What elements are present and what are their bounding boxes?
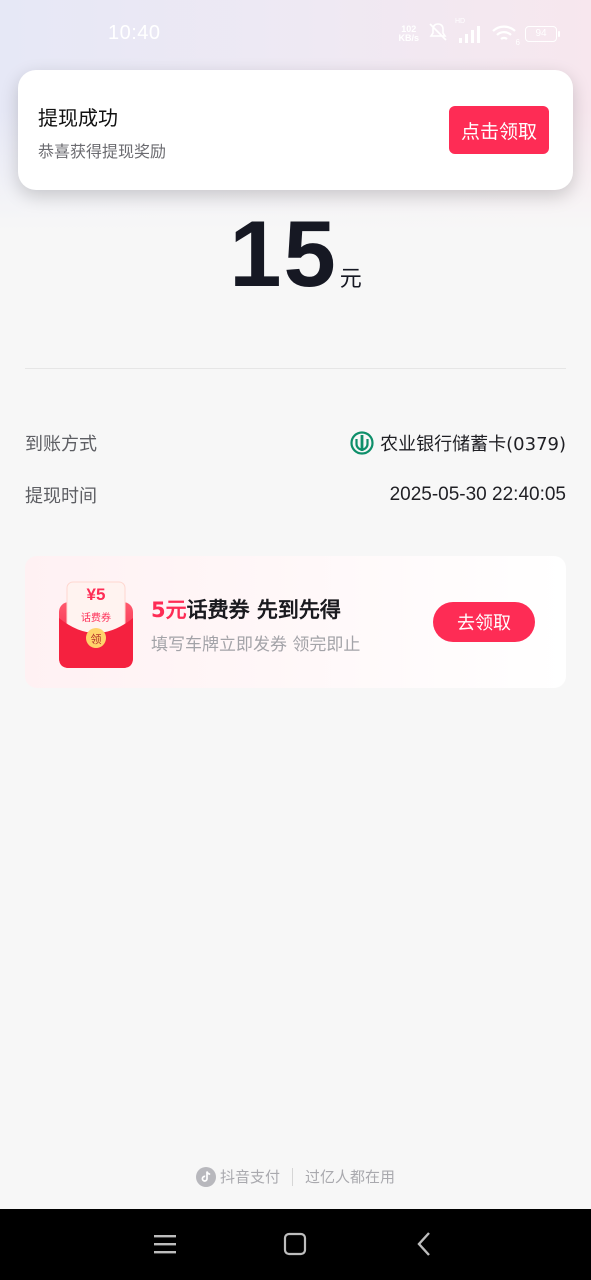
system-navigation-bar (0, 1209, 591, 1280)
hd-label: HD (455, 18, 466, 25)
withdraw-success-notification[interactable]: 提现成功 恭喜获得提现奖励 点击领取 (18, 70, 573, 190)
battery-icon: 94 (525, 26, 560, 42)
footer-brand-text: 抖音支付 (219, 1168, 280, 1186)
amount-unit: 元 (339, 267, 362, 292)
coupon-art-value: ¥5 (86, 585, 106, 604)
notification-subtitle: 恭喜获得提现奖励 (38, 142, 167, 161)
footer-brand: 抖音支付 (195, 1166, 280, 1187)
status-icons: 102 KB/s HD 6 94 (398, 18, 560, 47)
phone-credit-coupon-card[interactable]: ¥5 话费券 领 5元话费券 先到先得 填写车牌立即发券 领完即止 去领取 (25, 556, 566, 688)
notification-title: 提现成功 (38, 106, 118, 130)
status-bar: 10:40 102 KB/s HD 6 94 (0, 0, 591, 66)
arrival-method-row: 到账方式 农业银行储蓄卡(0379) (25, 428, 566, 458)
wifi-badge: 6 (515, 38, 520, 47)
red-envelope-icon: ¥5 话费券 领 (57, 578, 135, 670)
mute-icon (427, 22, 449, 46)
coupon-art-badge: 领 (90, 633, 102, 646)
withdraw-amount: 15元 (0, 200, 591, 308)
status-time: 10:40 (108, 22, 161, 44)
menu-icon[interactable] (150, 1229, 180, 1259)
coupon-title-text: 话费券 先到先得 (186, 598, 341, 622)
signal-icon: HD (455, 18, 483, 44)
footer-separator (292, 1167, 293, 1186)
amount-value: 15 (229, 201, 338, 306)
coupon-title-amount: 5元 (151, 598, 187, 622)
footer: 抖音支付 过亿人都在用 (0, 1166, 591, 1187)
divider (25, 368, 566, 369)
douyin-logo-icon (195, 1166, 216, 1187)
bank-card-name: 农业银行储蓄卡(0379) (380, 434, 566, 455)
get-coupon-button[interactable]: 去领取 (433, 602, 535, 642)
coupon-subtitle: 填写车牌立即发券 领完即止 (151, 635, 361, 655)
wifi-icon: 6 (491, 24, 520, 47)
arrival-method-value: 农业银行储蓄卡(0379) (350, 430, 566, 456)
coupon-title: 5元话费券 先到先得 (151, 594, 341, 624)
home-icon[interactable] (280, 1229, 310, 1259)
withdraw-time-value: 2025-05-30 22:40:05 (389, 484, 566, 505)
withdraw-time-row: 提现时间 2025-05-30 22:40:05 (25, 480, 566, 510)
arrival-method-label: 到账方式 (25, 434, 97, 455)
network-speed-unit: KB/s (398, 33, 419, 43)
abc-bank-icon (350, 431, 374, 455)
back-icon[interactable] (409, 1229, 439, 1259)
coupon-art-label: 话费券 (81, 613, 111, 624)
claim-reward-button[interactable]: 点击领取 (449, 106, 549, 154)
withdraw-time-label: 提现时间 (25, 486, 97, 507)
footer-slogan: 过亿人都在用 (305, 1168, 396, 1186)
network-speed: 102 KB/s (398, 25, 419, 43)
